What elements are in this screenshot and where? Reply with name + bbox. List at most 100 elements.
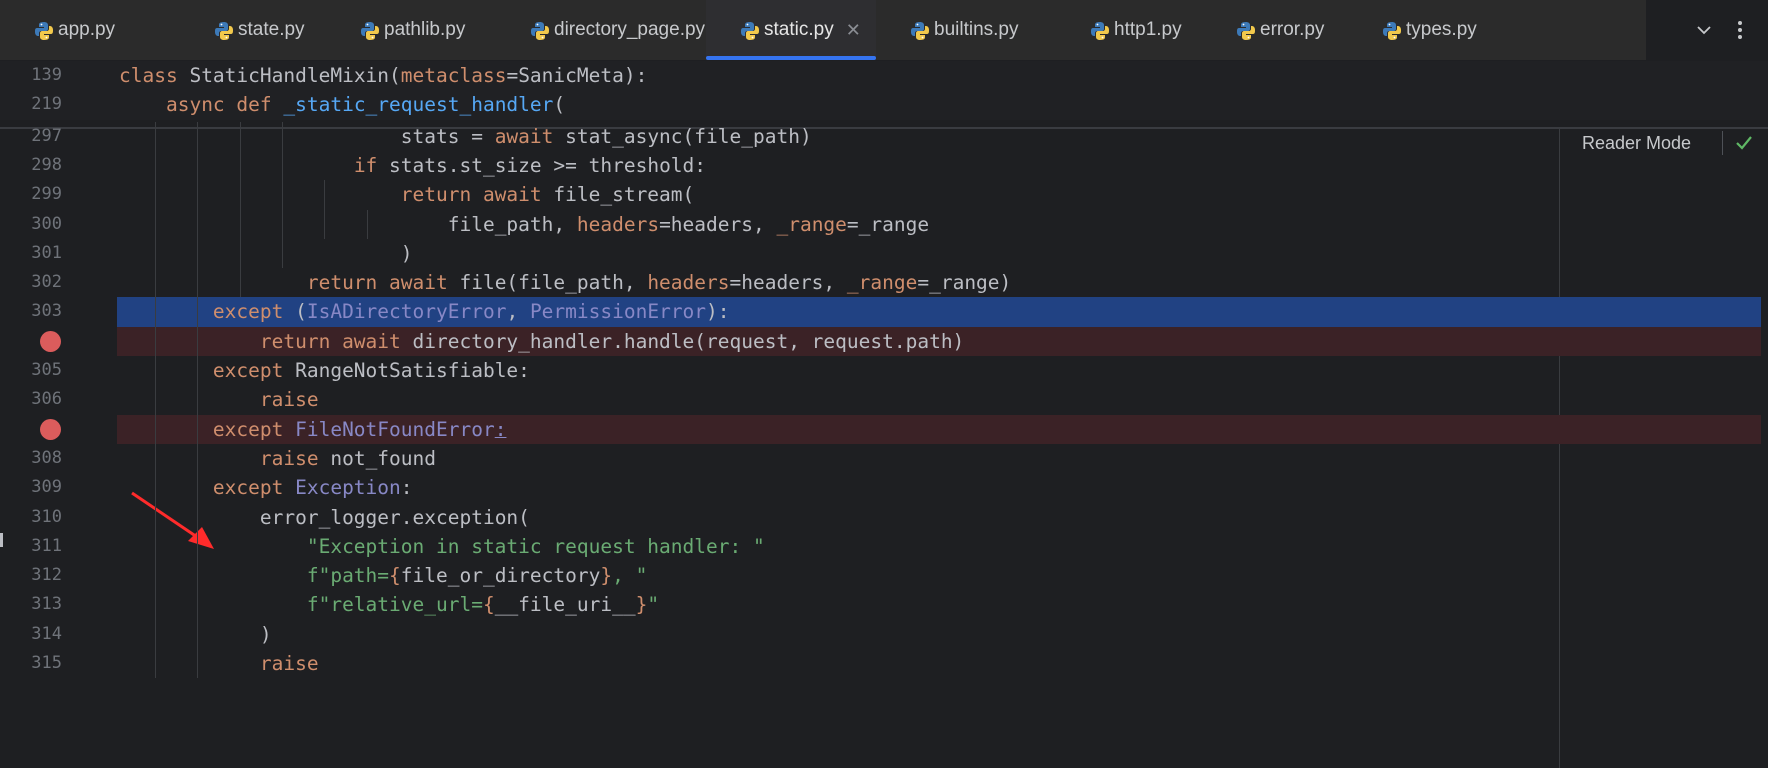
chevron-down-icon[interactable] <box>1694 20 1714 40</box>
code-token: raise <box>259 446 331 470</box>
code-token: =headers, <box>729 271 847 295</box>
tab-label: http1.py <box>1114 19 1182 40</box>
sticky-code-line[interactable]: 219 async def _static_request_handler( <box>0 90 1768 120</box>
tab-label: error.py <box>1260 19 1325 40</box>
code-token: ) <box>400 241 413 265</box>
line-number: 219 <box>31 94 62 115</box>
indent-guide <box>366 209 368 239</box>
code-token: return await <box>400 183 554 207</box>
code-line[interactable]: 308 raise not_found <box>0 444 1768 473</box>
code-text: raise <box>119 649 319 678</box>
code-token: except <box>212 359 296 382</box>
code-text: error_logger.exception( <box>119 503 530 532</box>
code-text: if stats.st_size >= threshold: <box>119 151 706 180</box>
python-file-icon <box>215 22 233 40</box>
code-line[interactable]: 297 stats = await stat_async(file_path) <box>0 122 1768 151</box>
code-line[interactable]: 306 raise <box>0 385 1768 414</box>
code-line[interactable]: 315 raise <box>0 649 1768 678</box>
code-token: stats.st_size >= threshold: <box>389 153 707 177</box>
tab-builtins-py[interactable]: builtins.py <box>876 0 1056 60</box>
indent-guide <box>197 121 199 679</box>
tab-static-py[interactable]: static.py ✕ <box>706 0 876 60</box>
python-file-icon <box>361 22 379 40</box>
code-line[interactable]: 298 if stats.st_size >= threshold: <box>0 151 1768 180</box>
python-file-icon <box>531 22 549 40</box>
code-text: raise not_found <box>119 444 436 473</box>
line-number: 297 <box>31 125 62 146</box>
code-token: PermissionError <box>529 300 707 324</box>
tab-http1-py[interactable]: http1.py <box>1056 0 1202 60</box>
code-token: _range <box>776 212 847 236</box>
code-token: __file_uri__ <box>494 593 636 617</box>
code-text: return await file(file_path, headers=hea… <box>119 268 1011 297</box>
python-file-icon <box>741 22 759 40</box>
breakpoint-icon[interactable] <box>40 418 61 440</box>
code-token: file_stream( <box>553 183 695 207</box>
code-line[interactable]: 303 except (IsADirectoryError, Permissio… <box>0 297 1768 327</box>
code-token: file_or_directory <box>400 564 601 588</box>
more-options-icon[interactable] <box>1730 18 1750 42</box>
code-token: , <box>506 300 530 324</box>
code-token: _range <box>846 271 918 295</box>
code-text: except (IsADirectoryError, PermissionErr… <box>119 297 730 326</box>
code-token: except <box>212 300 296 324</box>
line-number: 309 <box>31 477 62 498</box>
code-line[interactable]: 301 ) <box>0 239 1768 268</box>
line-number: 306 <box>31 389 62 410</box>
line-number: 139 <box>31 65 62 85</box>
sticky-code-line[interactable]: 139 class StaticHandleMixin(metaclass=San… <box>0 61 1768 91</box>
tab-app-py[interactable]: app.py <box>0 0 180 60</box>
code-token: f"path= <box>306 564 390 588</box>
line-number: 312 <box>31 565 62 586</box>
code-token: , " <box>612 564 648 588</box>
code-token: except <box>212 417 296 441</box>
indent-guide <box>282 121 283 269</box>
code-line[interactable]: 309 except Exception: <box>0 473 1768 502</box>
code-text: except Exception: <box>119 473 413 502</box>
tab-error-py[interactable]: error.py <box>1202 0 1348 60</box>
code-text: return await file_stream( <box>119 180 695 209</box>
breakpoint-icon[interactable] <box>40 330 61 352</box>
code-line[interactable]: 312 f"path={file_or_directory}, " <box>0 561 1768 590</box>
code-text: f"relative_url={__file_uri__}" <box>119 590 659 619</box>
code-token: raise <box>259 652 319 675</box>
code-token: "Exception in static request handler: " <box>306 534 765 558</box>
line-number: 300 <box>31 213 62 234</box>
code-line[interactable]: 302 return await file(file_path, headers… <box>0 268 1768 297</box>
code-text: f"path={file_or_directory}, " <box>119 561 648 590</box>
code-line[interactable]: 314 ) <box>0 620 1768 649</box>
line-number: 308 <box>31 447 62 468</box>
tab-directory_page-py[interactable]: directory_page.py <box>496 0 706 60</box>
code-text: except FileNotFoundError: <box>119 415 507 444</box>
code-line[interactable]: 313 f"relative_url={__file_uri__}" <box>0 590 1768 619</box>
code-line[interactable]: 311 "Exception in static request handler… <box>0 532 1768 561</box>
tab-pathlib-py[interactable]: pathlib.py <box>326 0 496 60</box>
code-editor[interactable]: Reader Mode 139 class StaticHandleMixin(m… <box>0 61 1768 768</box>
indent-guide <box>154 121 156 679</box>
code-line[interactable]: 300 file_path, headers=headers, _range=_… <box>0 210 1768 239</box>
line-number: 311 <box>31 535 62 556</box>
tab-state-py[interactable]: state.py <box>180 0 326 60</box>
code-line[interactable]: except FileNotFoundError: <box>0 414 1768 444</box>
line-number: 310 <box>31 506 62 527</box>
code-line[interactable]: 305 except RangeNotSatisfiable: <box>0 356 1768 385</box>
python-file-icon <box>1237 22 1255 40</box>
code-token: ): <box>706 300 730 324</box>
code-line[interactable]: 310 error_logger.exception( <box>0 503 1768 532</box>
close-icon[interactable]: ✕ <box>846 20 861 41</box>
code-text: "Exception in static request handler: " <box>119 532 765 561</box>
code-token: ( <box>553 93 566 117</box>
code-line[interactable]: return await directory_handler.handle(re… <box>0 326 1768 356</box>
code-line[interactable]: 299 return await file_stream( <box>0 180 1768 209</box>
tab-types-py[interactable]: types.py <box>1348 0 1496 60</box>
python-file-icon <box>35 22 53 40</box>
code-text: class StaticHandleMixin(metaclass=SanicM… <box>119 61 647 90</box>
code-token: } <box>600 564 613 588</box>
